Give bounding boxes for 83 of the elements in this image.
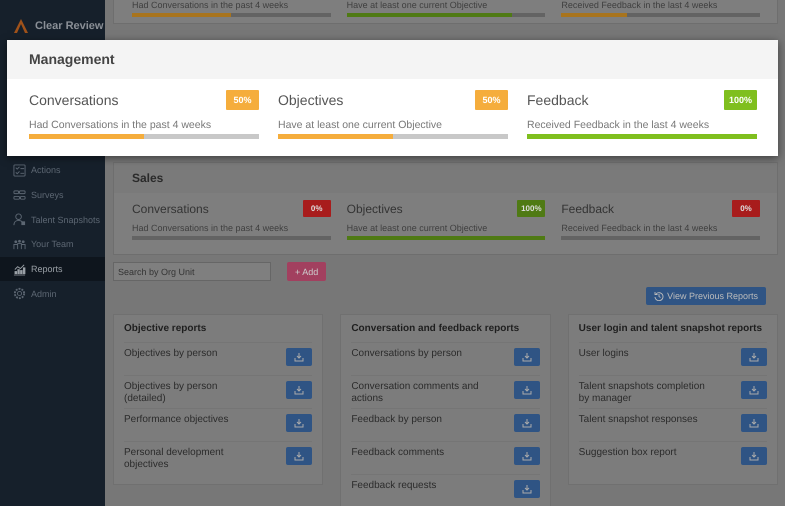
download-icon: [522, 385, 532, 395]
download-button[interactable]: [740, 414, 767, 432]
download-icon: [522, 352, 532, 362]
report-name: User logins: [578, 348, 629, 360]
nav-item[interactable]: Talent Snapshots: [0, 207, 105, 232]
download-button[interactable]: [514, 480, 540, 498]
metric-title: Conversations: [132, 202, 209, 216]
download-icon: [748, 451, 759, 461]
download-icon: [294, 352, 304, 362]
chart-icon: [13, 262, 26, 276]
report-name: Objectives by person (detailed): [124, 381, 218, 405]
metric-description: Received Feedback in the last 4 weeks: [561, 223, 718, 233]
metric-title: Conversations: [29, 92, 118, 108]
unit-header: Management: [7, 40, 778, 79]
percent-badge: 0%: [302, 200, 331, 217]
person-icon: [13, 213, 26, 226]
download-button[interactable]: [514, 381, 540, 399]
report-name: Talent snapshots completion by manager: [578, 381, 706, 405]
percent-badge: 50%: [475, 90, 508, 110]
metric-description: Had Conversations in the past 4 weeks: [29, 119, 212, 131]
report-name: Feedback requests: [351, 480, 436, 492]
logo-text: Clear Review: [35, 20, 104, 32]
percent-badge: 0%: [732, 200, 760, 217]
report-name: Personal development objectives: [124, 447, 225, 471]
percent-badge: 50%: [226, 90, 259, 110]
history-icon: [654, 291, 664, 301]
download-button[interactable]: [740, 348, 767, 366]
report-name: Conversation comments and actions: [351, 381, 480, 405]
percent-badge: 100%: [517, 200, 546, 217]
logo-icon: [13, 18, 29, 34]
metric-description: Had Conversations in the past 4 weeks: [132, 223, 290, 233]
download-button[interactable]: [286, 381, 312, 399]
report-group-title: Conversation and feedback reports: [351, 322, 520, 336]
metric-title: Feedback: [561, 202, 614, 216]
checklist-icon: [13, 164, 26, 177]
download-icon: [522, 451, 532, 461]
download-button[interactable]: [514, 447, 540, 465]
report-name: Conversations by person: [351, 348, 462, 360]
unit-header: Sales: [114, 163, 777, 193]
report-name: Feedback by person: [351, 414, 442, 426]
download-icon: [294, 385, 304, 395]
add-button[interactable]: + Add: [287, 262, 326, 281]
search-field[interactable]: Search by Org Unit: [113, 262, 271, 281]
nav-item[interactable]: Actions: [0, 158, 105, 183]
gear-icon: [13, 287, 26, 300]
download-icon: [522, 484, 532, 494]
report-name: Talent snapshot responses: [578, 414, 698, 426]
download-button[interactable]: [514, 348, 540, 366]
nav-item[interactable]: Reports: [0, 256, 105, 282]
download-icon: [748, 385, 759, 395]
metric-description: Had Conversations in the past 4 weeks: [132, 0, 290, 10]
report-group-title: Objective reports: [124, 322, 208, 336]
metric-description: Have at least one current Objective: [346, 223, 488, 233]
percent-badge: 100%: [724, 90, 757, 110]
download-icon: [294, 418, 304, 428]
metric-description: Received Feedback in the last 4 weeks: [561, 0, 718, 10]
download-button[interactable]: [514, 414, 540, 432]
view-previous-reports-button[interactable]: View Previous Reports: [646, 287, 766, 305]
metric-title: Feedback: [527, 92, 588, 108]
download-button[interactable]: [286, 414, 312, 432]
report-name: Feedback comments: [351, 447, 444, 459]
team-icon: [13, 238, 26, 251]
nav-item[interactable]: Your Team: [0, 232, 105, 257]
report-name: Performance objectives: [124, 414, 228, 426]
report-group-title: User login and talent snapshot reports: [578, 322, 764, 336]
metric-title: Objectives: [278, 92, 344, 108]
download-button[interactable]: [286, 348, 312, 366]
download-button[interactable]: [740, 447, 767, 465]
download-icon: [748, 352, 759, 362]
metric-description: Have at least one current Objective: [278, 119, 444, 131]
metric-description: Have at least one current Objective: [346, 0, 488, 10]
nav-item[interactable]: Admin: [0, 281, 105, 306]
survey-icon: [13, 188, 26, 202]
metric-title: Objectives: [346, 202, 403, 216]
download-button[interactable]: [740, 381, 767, 399]
nav-item[interactable]: Surveys: [0, 182, 105, 208]
download-icon: [522, 418, 532, 428]
download-icon: [748, 418, 759, 428]
download-icon: [294, 451, 304, 461]
download-button[interactable]: [286, 447, 312, 465]
report-name: Suggestion box report: [578, 447, 676, 459]
report-name: Objectives by person: [124, 348, 218, 360]
metric-description: Received Feedback in the last 4 weeks: [527, 119, 710, 131]
